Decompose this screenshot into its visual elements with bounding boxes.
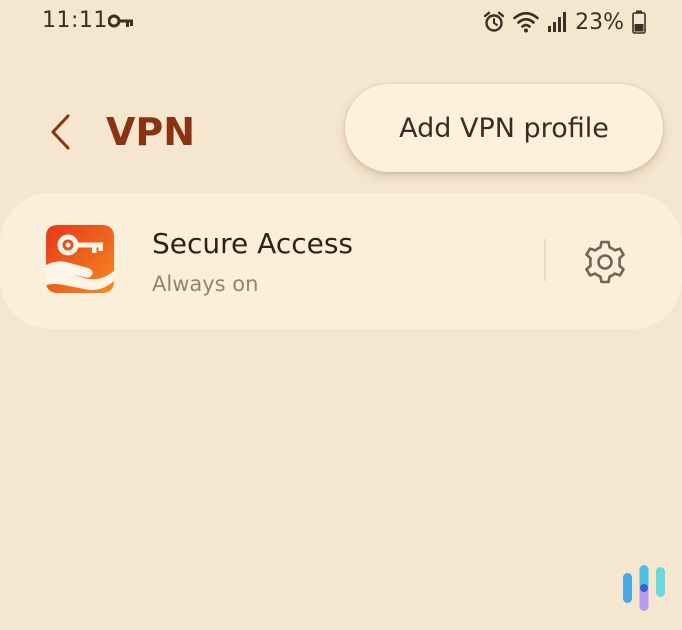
wifi-icon: [513, 11, 539, 33]
back-button[interactable]: [40, 110, 80, 154]
watermark-logo: [623, 565, 665, 611]
signal-icon: [548, 12, 567, 32]
add-vpn-profile-label: Add VPN profile: [399, 112, 609, 144]
battery-percent: 23%: [575, 9, 624, 35]
divider: [544, 239, 546, 281]
battery-icon: [632, 10, 646, 34]
vpn-settings-button[interactable]: [576, 233, 634, 291]
vpn-key-icon: [108, 14, 133, 28]
page-title: VPN: [106, 110, 196, 154]
add-vpn-profile-menu-item[interactable]: Add VPN profile: [345, 84, 663, 172]
gear-icon: [585, 240, 625, 284]
vpn-status: Always on: [152, 272, 259, 296]
chevron-left-icon: [51, 114, 70, 150]
secure-access-app-icon: [46, 225, 114, 293]
status-time: 11:11: [42, 8, 108, 33]
status-bar: 11:11 23%: [0, 0, 682, 44]
vpn-name: Secure Access: [152, 227, 354, 260]
alarm-icon: [483, 11, 505, 32]
vpn-settings-screen: 11:11 23% VPN Add VPN profile Secure Acc…: [0, 0, 682, 630]
vpn-list-item[interactable]: Secure Access Always on: [0, 193, 682, 329]
status-icons: 23%: [483, 8, 646, 36]
